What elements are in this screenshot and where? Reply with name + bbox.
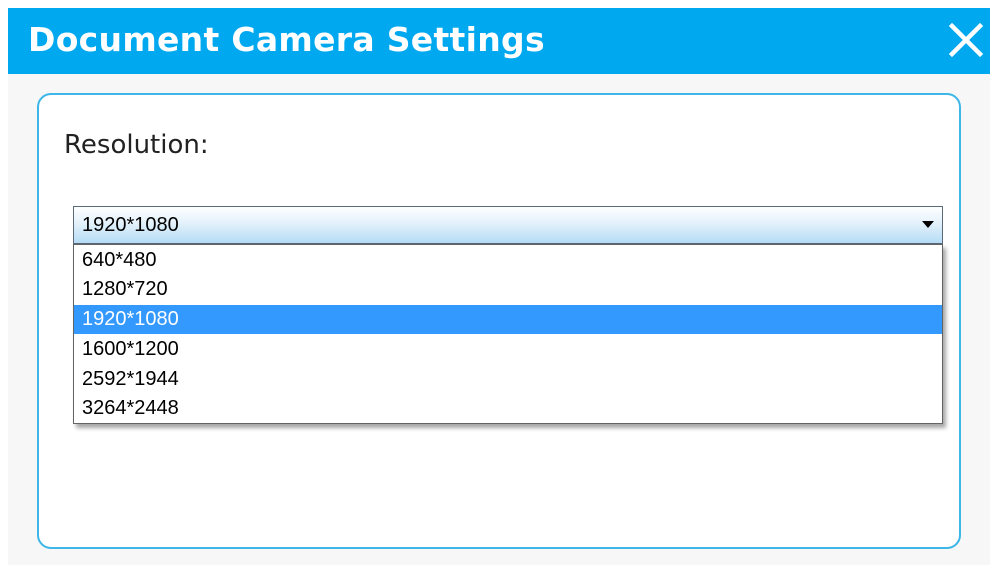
chevron-down-icon[interactable] — [922, 221, 934, 228]
resolution-option-640x480[interactable]: 640*480 — [74, 246, 942, 275]
resolution-option-1600x1200[interactable]: 1600*1200 — [74, 335, 942, 364]
resolution-dropdown[interactable]: 1920*1080 — [73, 206, 943, 244]
resolution-option-3264x2448[interactable]: 3264*2448 — [74, 394, 942, 423]
resolution-option-2592x1944[interactable]: 2592*1944 — [74, 365, 942, 394]
title-bar: Document Camera Settings — [8, 8, 990, 74]
resolution-option-1920x1080[interactable]: 1920*1080 — [74, 305, 942, 334]
close-icon — [948, 22, 984, 58]
close-button[interactable] — [944, 18, 988, 62]
window-title: Document Camera Settings — [28, 20, 545, 59]
resolution-option-1280x720[interactable]: 1280*720 — [74, 275, 942, 304]
resolution-label: Resolution: — [64, 130, 209, 160]
resolution-options-list: 640*480 1280*720 1920*1080 1600*1200 259… — [73, 244, 943, 424]
resolution-selected-value: 1920*1080 — [82, 214, 179, 236]
